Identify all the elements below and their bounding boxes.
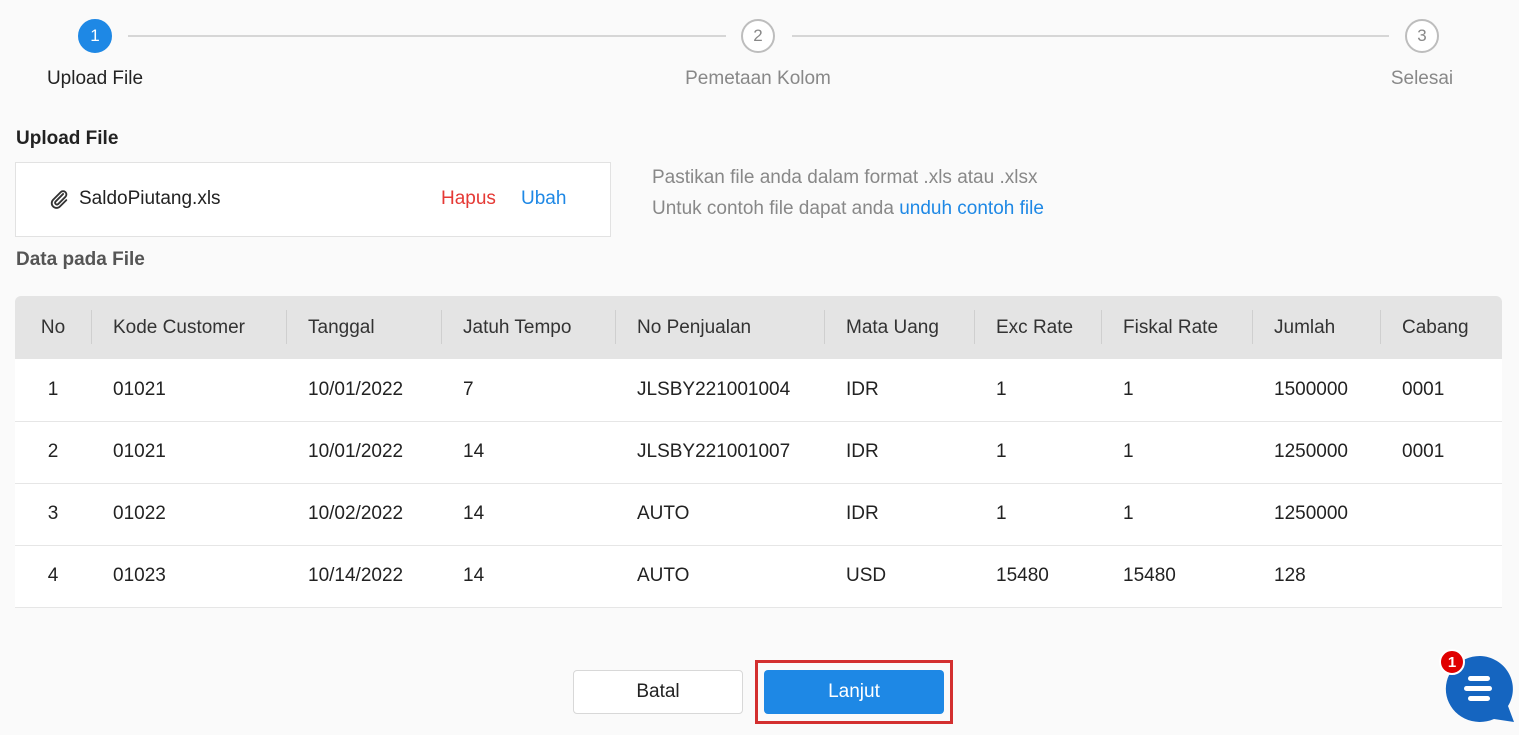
paperclip-icon — [50, 190, 68, 209]
cell-kode-customer: 01021 — [113, 378, 166, 400]
upload-section-title: Upload File — [16, 128, 119, 149]
cell-exc-rate: 1 — [996, 503, 1007, 524]
step-3-indicator: 3 — [1405, 19, 1439, 53]
cell-cabang — [1380, 483, 1502, 545]
cell-mata-uang: IDR — [846, 441, 879, 462]
cell-tanggal: 10/02/2022 — [308, 503, 404, 524]
step-2-indicator: 2 — [741, 19, 775, 53]
cell-no-penjualan: AUTO — [637, 503, 690, 524]
cell-no-penjualan: JLSBY221001007 — [637, 441, 791, 462]
table-header-row: No Kode Customer Tanggal Jatuh Tempo No … — [15, 296, 1502, 359]
step-1-label: Upload File — [46, 68, 144, 89]
cell-cabang: 0001 — [1402, 378, 1445, 400]
cell-fiskal-rate: 1 — [1123, 441, 1134, 462]
col-header-jumlah: Jumlah — [1252, 296, 1380, 359]
stepper-line-1 — [128, 35, 726, 37]
file-format-hint: Pastikan file anda dalam format .xls ata… — [652, 167, 1038, 188]
next-button[interactable]: Lanjut — [764, 670, 944, 714]
cell-jatuh-tempo: 14 — [463, 565, 485, 586]
file-name: SaldoPiutang.xls — [79, 188, 221, 209]
cell-mata-uang: IDR — [846, 503, 879, 524]
cell-kode-customer: 01023 — [113, 565, 166, 586]
cell-fiskal-rate: 1 — [1123, 503, 1134, 524]
cell-jumlah: 1250000 — [1274, 441, 1348, 462]
cell-exc-rate: 1 — [996, 441, 1007, 462]
cell-exc-rate: 15480 — [996, 565, 1049, 586]
cell-jatuh-tempo: 14 — [463, 441, 485, 462]
step-2-label: Pemetaan Kolom — [685, 68, 831, 89]
table-row: 4 01023 10/14/2022 14 AUTO USD 15480 154… — [15, 545, 1502, 607]
uploaded-file-box: SaldoPiutang.xls Hapus Ubah — [15, 162, 611, 237]
step-1-number: 1 — [90, 26, 100, 45]
step-2-number: 2 — [753, 26, 763, 45]
data-section-title: Data pada File — [16, 249, 145, 270]
cell-cabang: 0001 — [1402, 441, 1445, 462]
cell-fiskal-rate: 1 — [1123, 378, 1134, 400]
table-row: 1 01021 10/01/2022 7 JLSBY221001004 IDR … — [15, 359, 1502, 421]
col-header-mata-uang: Mata Uang — [824, 296, 974, 359]
cell-exc-rate: 1 — [996, 378, 1007, 400]
cell-mata-uang: USD — [846, 565, 887, 586]
data-table: No Kode Customer Tanggal Jatuh Tempo No … — [15, 296, 1502, 608]
chat-notification-badge: 1 — [1439, 649, 1465, 675]
cell-kode-customer: 01022 — [113, 503, 166, 524]
cell-no: 1 — [47, 378, 59, 400]
col-header-fiskal-rate: Fiskal Rate — [1101, 296, 1252, 359]
cell-jumlah: 1500000 — [1274, 378, 1348, 400]
table-row: 2 01021 10/01/2022 14 JLSBY221001007 IDR… — [15, 421, 1502, 483]
cell-jumlah: 128 — [1274, 565, 1306, 586]
download-sample-link[interactable]: unduh contoh file — [899, 198, 1044, 219]
cell-tanggal: 10/01/2022 — [308, 441, 404, 462]
cell-no: 2 — [47, 441, 59, 462]
cell-kode-customer: 01021 — [113, 441, 166, 462]
cell-jumlah: 1250000 — [1274, 503, 1348, 524]
step-1-indicator: 1 — [78, 19, 112, 53]
col-header-no-penjualan: No Penjualan — [615, 296, 824, 359]
stepper: 1 2 3 Upload File Pemetaan Kolom Selesai — [0, 0, 1519, 100]
step-3-label: Selesai — [1390, 68, 1454, 89]
col-header-jatuh-tempo: Jatuh Tempo — [441, 296, 615, 359]
cell-jatuh-tempo: 14 — [463, 503, 485, 524]
col-header-no: No — [40, 316, 66, 338]
cell-cabang — [1380, 545, 1502, 607]
cell-jatuh-tempo: 7 — [463, 378, 474, 400]
cell-no-penjualan: AUTO — [637, 565, 690, 586]
delete-file-link[interactable]: Hapus — [441, 188, 496, 210]
cell-tanggal: 10/14/2022 — [308, 565, 404, 586]
step-3-number: 3 — [1417, 26, 1427, 45]
cell-mata-uang: IDR — [846, 378, 879, 400]
sample-file-hint-text: Untuk contoh file dapat anda — [652, 198, 900, 219]
col-header-cabang: Cabang — [1380, 296, 1502, 359]
cell-tanggal: 10/01/2022 — [308, 378, 404, 400]
col-header-tanggal: Tanggal — [286, 296, 441, 359]
col-header-kode-customer: Kode Customer — [91, 296, 286, 359]
change-file-link[interactable]: Ubah — [521, 188, 566, 210]
stepper-line-2 — [792, 35, 1389, 37]
table-row: 3 01022 10/02/2022 14 AUTO IDR 1 1 12500… — [15, 483, 1502, 545]
cancel-button[interactable]: Batal — [573, 670, 743, 714]
cell-no-penjualan: JLSBY221001004 — [637, 378, 791, 400]
cell-no: 4 — [47, 565, 59, 586]
col-header-exc-rate: Exc Rate — [974, 296, 1101, 359]
cell-no: 3 — [47, 503, 59, 524]
cell-fiskal-rate: 15480 — [1123, 565, 1176, 586]
sample-file-hint: Untuk contoh file dapat anda unduh conto… — [652, 198, 1044, 220]
